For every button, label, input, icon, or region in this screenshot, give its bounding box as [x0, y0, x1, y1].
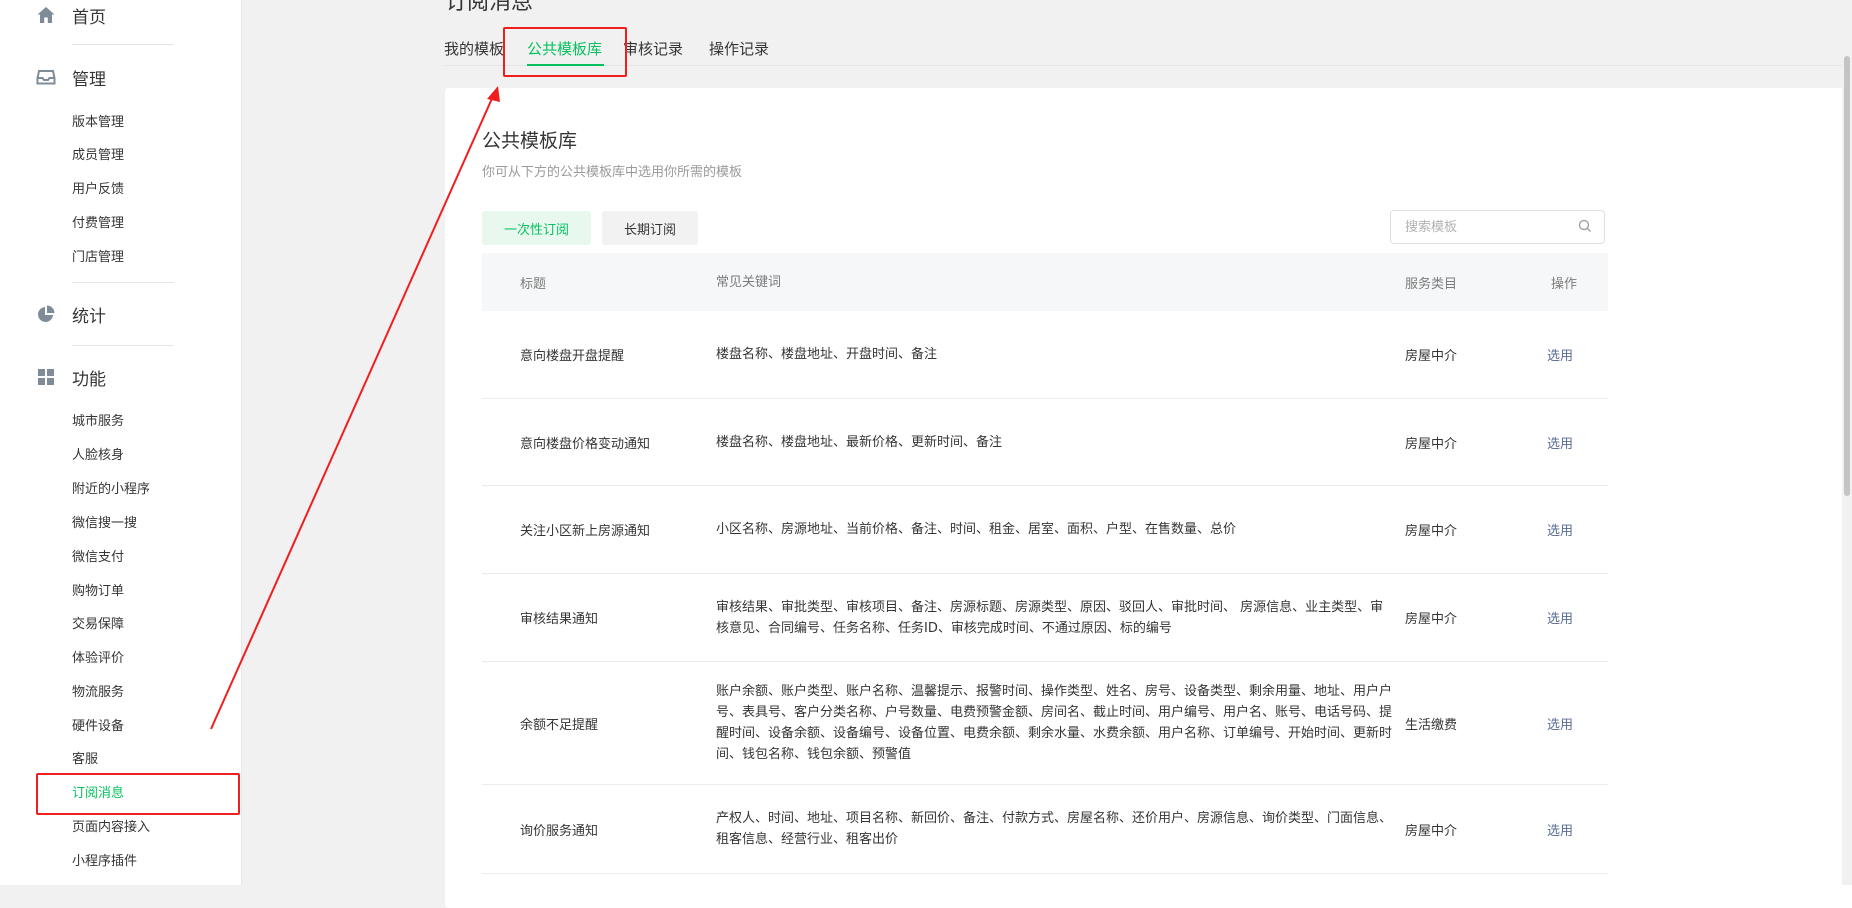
row-title: 意向楼盘开盘提醒 [520, 349, 625, 364]
card-subtitle: 你可从下方的公共模板库中选用你所需的模板 [482, 165, 743, 180]
row-category: 生活缴费 [1405, 717, 1458, 733]
table-row: 询价服务通知 产权人、时间、地址、项目名称、新回价、备注、付款方式、房屋名称、还… [482, 785, 1608, 874]
sidebar-item-version[interactable]: 版本管理 [72, 113, 124, 133]
main-content: 订阅消息 我的模板 公共模板库 审核记录 操作记录 公共模板库 你可从下方的公共… [242, 0, 1852, 908]
tab-my-templates[interactable]: 我的模板 [444, 38, 504, 59]
sidebar-section-label: 统计 [72, 306, 106, 327]
sidebar-item-plugins[interactable]: 小程序插件 [72, 852, 137, 872]
divider [72, 345, 174, 346]
table-row: 余额不足提醒 账户余额、账户类型、账户名称、温馨提示、报警时间、操作类型、姓名、… [482, 662, 1608, 785]
row-keywords: 审核结果、审批类型、审核项目、备注、房源标题、房源类型、原因、驳回人、审批时间、… [716, 599, 1384, 636]
table-row: 意向楼盘价格变动通知 楼盘名称、楼盘地址、最新价格、更新时间、备注 房屋中介 选… [482, 399, 1608, 486]
sidebar-item-experience-review[interactable]: 体验评价 [72, 649, 124, 669]
sidebar-item-trade-guarantee[interactable]: 交易保障 [72, 615, 124, 635]
header-action: 操作 [1551, 276, 1578, 292]
sidebar-section-home[interactable]: 首页 [36, 0, 106, 30]
sidebar-section-label: 首页 [72, 7, 106, 28]
home-icon [36, 5, 56, 25]
sidebar-item-page-content[interactable]: 页面内容接入 [72, 818, 150, 838]
row-keywords: 账户余额、账户类型、账户名称、温馨提示、报警时间、操作类型、姓名、房号、设备类型… [716, 684, 1393, 762]
sidebar-section-features[interactable]: 功能 [36, 362, 106, 392]
sidebar-item-feedback[interactable]: 用户反馈 [72, 180, 124, 200]
table-row: 意向楼盘开盘提醒 楼盘名称、楼盘地址、开盘时间、备注 房屋中介 选用 [482, 311, 1608, 399]
sidebar-item-orders[interactable]: 购物订单 [72, 582, 124, 602]
select-button[interactable]: 选用 [1547, 349, 1573, 364]
divider [72, 44, 174, 45]
sidebar-item-nearby[interactable]: 附近的小程序 [72, 480, 150, 500]
scrollbar[interactable] [1842, 0, 1852, 885]
row-keywords: 楼盘名称、楼盘地址、最新价格、更新时间、备注 [716, 434, 1003, 450]
row-keywords: 小区名称、房源地址、当前价格、备注、时间、租金、居室、面积、户型、在售数量、总价 [716, 522, 1237, 537]
subtab-one-time[interactable]: 一次性订阅 [482, 211, 592, 245]
sidebar: 首页 管理 版本管理 成员管理 用户反馈 付费管理 门店管理 统计 功能 城市服… [0, 0, 242, 885]
highlight-box-tab [503, 27, 627, 77]
sidebar-item-city-service[interactable]: 城市服务 [72, 412, 124, 432]
sidebar-item-logistics[interactable]: 物流服务 [72, 683, 124, 703]
row-title: 关注小区新上房源通知 [520, 524, 651, 539]
row-keywords: 楼盘名称、楼盘地址、开盘时间、备注 [716, 347, 938, 362]
template-table: 标题 常见关键词 服务类目 操作 意向楼盘开盘提醒 楼盘名称、楼盘地址、开盘时间… [482, 253, 1608, 874]
header-title: 标题 [520, 276, 547, 292]
row-category: 房屋中介 [1405, 823, 1458, 839]
row-title: 余额不足提醒 [520, 717, 599, 733]
sidebar-section-label: 功能 [72, 369, 106, 390]
row-keywords: 产权人、时间、地址、项目名称、新回价、备注、付款方式、房屋名称、还价用户、房源信… [716, 811, 1393, 847]
sidebar-item-customer-service[interactable]: 客服 [72, 750, 98, 770]
select-button[interactable]: 选用 [1547, 612, 1573, 627]
row-category: 房屋中介 [1405, 436, 1458, 452]
scrollbar-thumb[interactable] [1844, 56, 1850, 496]
search-box [1390, 210, 1605, 244]
select-button[interactable]: 选用 [1547, 718, 1573, 733]
row-category: 房屋中介 [1405, 612, 1458, 627]
header-keywords: 常见关键词 [716, 274, 782, 290]
header-category: 服务类目 [1405, 276, 1458, 292]
sidebar-item-hardware[interactable]: 硬件设备 [72, 717, 124, 737]
select-button[interactable]: 选用 [1547, 524, 1573, 539]
table-row: 关注小区新上房源通知 小区名称、房源地址、当前价格、备注、时间、租金、居室、面积… [482, 486, 1608, 574]
row-title: 询价服务通知 [520, 823, 599, 839]
template-library-card: 公共模板库 你可从下方的公共模板库中选用你所需的模板 一次性订阅 长期订阅 标题… [445, 88, 1852, 908]
search-icon[interactable] [1578, 218, 1592, 237]
pie-chart-icon [36, 304, 56, 324]
search-input[interactable] [1403, 218, 1578, 236]
tab-operation-records[interactable]: 操作记录 [709, 38, 769, 59]
tab-divider [444, 65, 1852, 66]
highlight-box-sidebar [36, 773, 240, 815]
sidebar-item-wechat-search[interactable]: 微信搜一搜 [72, 514, 137, 534]
sidebar-item-payment[interactable]: 付费管理 [72, 214, 124, 234]
sidebar-item-members[interactable]: 成员管理 [72, 146, 124, 166]
select-button[interactable]: 选用 [1547, 437, 1573, 452]
tab-review-records[interactable]: 审核记录 [623, 38, 683, 59]
sidebar-section-manage[interactable]: 管理 [36, 62, 106, 92]
select-button[interactable]: 选用 [1547, 824, 1573, 839]
subtab-long-term[interactable]: 长期订阅 [602, 211, 699, 245]
row-title: 审核结果通知 [520, 612, 599, 627]
row-category: 房屋中介 [1405, 524, 1458, 539]
row-title: 意向楼盘价格变动通知 [520, 436, 651, 452]
sidebar-item-face-verify[interactable]: 人脸核身 [72, 446, 124, 466]
grid-icon [36, 367, 56, 387]
page-title: 订阅消息 [445, 0, 534, 15]
table-header: 标题 常见关键词 服务类目 操作 [482, 253, 1608, 311]
sidebar-section-stats[interactable]: 统计 [36, 299, 106, 329]
sidebar-section-label: 管理 [72, 69, 106, 90]
sidebar-item-wechat-pay[interactable]: 微信支付 [72, 548, 124, 568]
subscription-type-switch: 一次性订阅 长期订阅 [482, 211, 699, 245]
divider [72, 282, 174, 283]
sidebar-item-stores[interactable]: 门店管理 [72, 248, 124, 268]
card-title: 公共模板库 [482, 130, 578, 152]
table-row: 审核结果通知 审核结果、审批类型、审核项目、备注、房源标题、房源类型、原因、驳回… [482, 574, 1608, 662]
row-category: 房屋中介 [1405, 349, 1458, 364]
inbox-icon [36, 67, 56, 87]
